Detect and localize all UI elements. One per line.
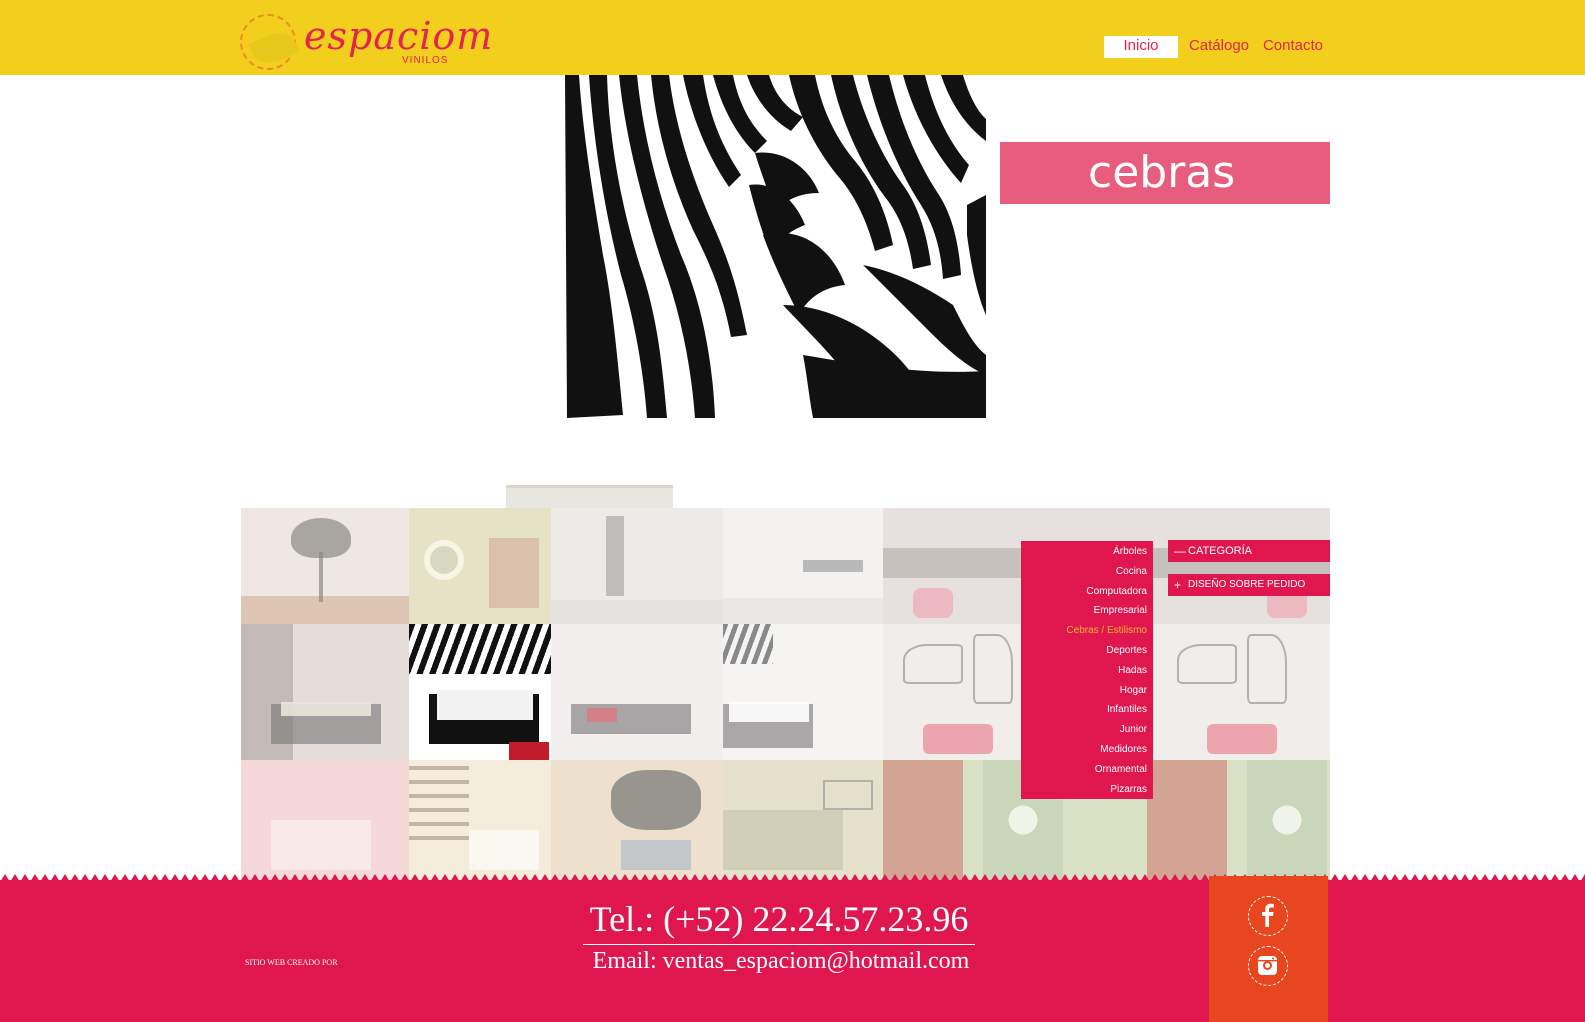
category-pizarras[interactable]: Pizarras (1021, 780, 1147, 800)
facebook-icon[interactable] (1248, 896, 1288, 936)
gallery-tile-zebra-bed[interactable] (409, 624, 551, 760)
email-address[interactable]: Email: ventas_espaciom@hotmail.com (583, 948, 979, 975)
category-deportes[interactable]: Deportes (1021, 641, 1147, 661)
gallery-tile-waves[interactable] (409, 760, 551, 880)
page: espaciom VINILOS Inicio Catálogo Contact… (0, 0, 1585, 1022)
category-cebras-estilismo[interactable]: Cebras / Estilismo (1021, 621, 1147, 641)
gallery-tile-tree[interactable] (241, 508, 409, 624)
category-list: Árboles Cocina Computadora Empresarial C… (1021, 541, 1153, 799)
gallery-tile-flowers[interactable] (409, 508, 551, 624)
category-title-banner: cebras (1000, 142, 1330, 204)
nav-item-contacto[interactable]: Contacto (1260, 36, 1326, 58)
gallery-tab (506, 485, 673, 509)
gallery-tile-zebra-bed-2[interactable] (723, 624, 883, 760)
gallery-tile-ornament[interactable] (241, 624, 409, 760)
category-cocina[interactable]: Cocina (1021, 562, 1147, 582)
custom-design-label: DISEÑO SOBRE PEDIDO (1188, 579, 1306, 590)
category-empresarial[interactable]: Empresarial (1021, 601, 1147, 621)
header-bar: espaciom VINILOS Inicio Catálogo Contact… (0, 0, 1585, 75)
gallery-tile-soccer[interactable] (723, 760, 883, 880)
nav-item-catalogo[interactable]: Catálogo (1186, 36, 1252, 58)
gallery-tile-figure[interactable] (551, 508, 723, 624)
page-title: cebras (1088, 147, 1236, 198)
category-ornamental[interactable]: Ornamental (1021, 760, 1147, 780)
nav-item-inicio[interactable]: Inicio (1104, 36, 1178, 58)
category-header-label: CATEGORÍA (1188, 545, 1252, 557)
brand-name: espaciom (304, 14, 494, 58)
category-infantiles[interactable]: Infantiles (1021, 700, 1147, 720)
phone-number[interactable]: Tel.: (+52) 22.24.57.23.96 (583, 898, 975, 940)
category-hogar[interactable]: Hogar (1021, 681, 1147, 701)
instagram-icon[interactable] (1248, 946, 1288, 986)
zebra-artwork (563, 75, 986, 418)
gallery-tile-kitchen[interactable] (723, 508, 883, 624)
minus-icon: — (1174, 544, 1186, 558)
category-computadora[interactable]: Computadora (1021, 582, 1147, 602)
custom-design-button[interactable]: + DISEÑO SOBRE PEDIDO (1168, 574, 1330, 596)
plus-icon: + (1174, 578, 1182, 592)
gallery-grid (241, 508, 1330, 880)
category-medidores[interactable]: Medidores (1021, 740, 1147, 760)
category-junior[interactable]: Junior (1021, 720, 1147, 740)
site-credit: SITIO WEB CREADO POR (245, 958, 338, 967)
gallery-tile-city-2[interactable] (1147, 508, 1330, 624)
gallery-tile-door-tree-2[interactable] (1147, 760, 1330, 880)
category-arboles[interactable]: Árboles (1021, 542, 1147, 562)
brand-logo[interactable]: espaciom VINILOS (240, 12, 492, 72)
gallery-tile-pink-room[interactable] (241, 760, 409, 880)
footer-divider (583, 944, 975, 945)
category-toggle[interactable]: — CATEGORÍA (1168, 540, 1330, 562)
brand-tagline: VINILOS (402, 55, 449, 66)
gallery-tile-chalkboard[interactable] (551, 760, 723, 880)
gallery-tile-swirl-bed[interactable] (551, 624, 723, 760)
social-links (1209, 876, 1328, 1022)
category-hadas[interactable]: Hadas (1021, 661, 1147, 681)
gallery-tile-sneakers-2[interactable] (1147, 624, 1330, 760)
